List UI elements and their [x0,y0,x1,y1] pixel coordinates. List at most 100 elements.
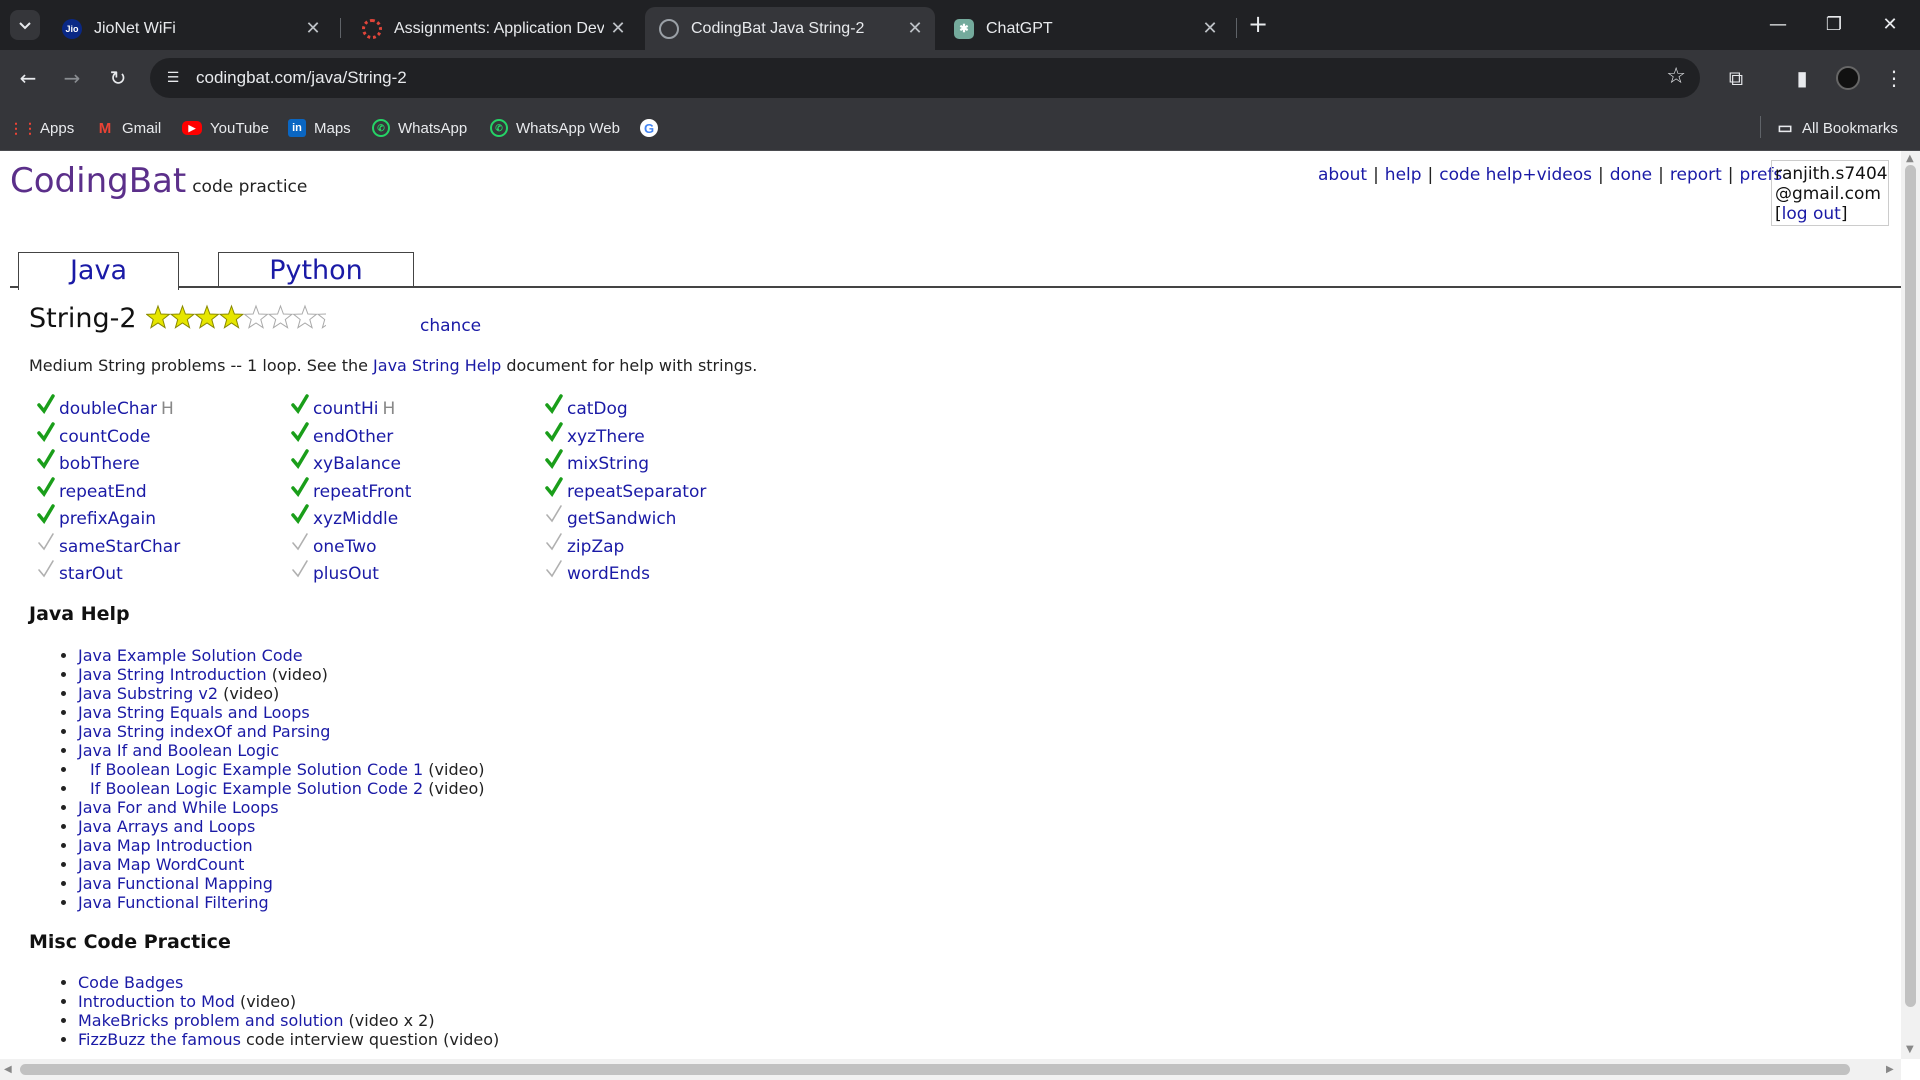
restore-button[interactable]: ❐ [1806,0,1862,48]
tab-jionet[interactable]: Jio JioNet WiFi ✕ [48,7,333,50]
nav-report-link[interactable]: report [1670,165,1722,185]
help-item-link[interactable]: Java Functional Filtering [78,893,269,912]
chance-link[interactable]: chance [420,316,481,336]
help-item-link[interactable]: Java String Equals and Loops [78,703,310,722]
site-info-icon[interactable]: ☰ [162,67,184,89]
problem-link[interactable]: zipZap [567,537,624,557]
help-item-link[interactable]: Java Functional Mapping [78,874,273,893]
problem-link[interactable]: plusOut [313,564,379,584]
close-icon[interactable]: ✕ [1196,18,1224,39]
help-item-link[interactable]: If Boolean Logic Example Solution Code 2 [90,779,423,798]
misc-item-link[interactable]: Introduction to Mod [78,992,235,1011]
vertical-scrollbar[interactable]: ▲ ▼ [1901,151,1920,1059]
close-window-button[interactable]: ✕ [1862,0,1918,48]
vertical-scroll-thumb[interactable] [1905,165,1916,1007]
close-icon[interactable]: ✕ [901,18,929,39]
address-bar[interactable]: ☰ codingbat.com/java/String-2 ☆ [150,58,1700,98]
problem-link[interactable]: getSandwich [567,509,676,529]
problem-link[interactable]: repeatFront [313,482,411,502]
help-item-link[interactable]: Java Example Solution Code [78,646,303,665]
bookmark-gmail[interactable]: M Gmail [96,116,161,140]
bookmark-youtube[interactable]: ▶ YouTube [182,116,269,140]
problem-link[interactable]: doubleChar [59,399,157,419]
check-done-icon [291,449,311,474]
bookmark-label: Maps [314,119,351,137]
problem-link[interactable]: bobThere [59,454,140,474]
extensions-button[interactable]: ⧉ [1722,64,1750,92]
minimize-button[interactable]: — [1750,0,1806,48]
all-bookmarks-button[interactable]: ▭ All Bookmarks [1776,116,1897,140]
help-item-link[interactable]: Java Arrays and Loops [78,817,255,836]
site-logo[interactable]: CodingBat code practice [10,161,307,201]
help-item-link[interactable]: Java Map Introduction [78,836,253,855]
nav-help-link[interactable]: help [1385,165,1422,185]
nav-about-link[interactable]: about [1318,165,1367,185]
nav-done-link[interactable]: done [1610,165,1652,185]
forward-button[interactable]: → [58,64,86,92]
bookmarks-divider [1760,116,1761,138]
tab-python[interactable]: Python [218,252,414,288]
back-button[interactable]: ← [14,64,42,92]
problem-link[interactable]: mixString [567,454,649,474]
tab-assignments[interactable]: Assignments: Application Devel ✕ [348,7,638,50]
help-item-link[interactable]: Java For and While Loops [78,798,279,817]
problem-link[interactable]: catDog [567,399,628,419]
bookmark-whatsapp[interactable]: ✆ WhatsApp [372,116,467,140]
help-item-link[interactable]: Java If and Boolean Logic [78,741,279,760]
horizontal-scroll-thumb[interactable] [20,1064,1850,1075]
problem-link[interactable]: xyzThere [567,427,645,447]
problem-item: xyzMiddle [291,504,398,529]
scroll-right-icon[interactable]: ▶ [1886,1064,1894,1075]
tab-codingbat[interactable]: CodingBat Java String-2 ✕ [645,7,935,50]
problem-link[interactable]: wordEnds [567,564,650,584]
check-done-icon [545,449,565,474]
tab-java[interactable]: Java [18,252,179,290]
bookmark-maps[interactable]: in Maps [288,116,351,140]
reload-button[interactable]: ↻ [104,64,132,92]
problem-link[interactable]: repeatEnd [59,482,147,502]
problem-link[interactable]: countCode [59,427,150,447]
problem-link[interactable]: xyBalance [313,454,401,474]
new-tab-button[interactable]: + [1244,10,1272,38]
problem-link[interactable]: starOut [59,564,123,584]
problem-item: wordEnds [545,559,650,584]
help-item-link[interactable]: Java Substring v2 [78,684,218,703]
close-icon[interactable]: ✕ [604,18,632,39]
misc-item-link[interactable]: MakeBricks problem and solution [78,1011,343,1030]
horizontal-scrollbar[interactable]: ◀ ▶ [0,1059,1901,1080]
misc-item-link[interactable]: FizzBuzz the famous [78,1030,241,1049]
problem-link[interactable]: repeatSeparator [567,482,706,502]
help-item-link[interactable]: Java String indexOf and Parsing [78,722,330,741]
bookmark-star-icon[interactable]: ☆ [1666,64,1686,89]
profile-button[interactable] [1834,64,1862,92]
bookmark-whatsapp-web[interactable]: ✆ WhatsApp Web [490,116,620,140]
problem-link[interactable]: endOther [313,427,393,447]
side-panel-button[interactable]: ▮ [1788,64,1816,92]
scroll-up-icon[interactable]: ▲ [1906,153,1914,164]
chevron-down-icon [19,22,31,30]
help-item-link[interactable]: If Boolean Logic Example Solution Code 1 [90,760,423,779]
nav-code-help-link[interactable]: code help+videos [1439,165,1592,185]
scroll-left-icon[interactable]: ◀ [4,1064,12,1075]
bookmark-google[interactable]: G [640,116,666,140]
close-icon[interactable]: ✕ [299,18,327,39]
problem-link[interactable]: prefixAgain [59,509,156,529]
misc-item-link[interactable]: Code Badges [78,973,183,992]
help-item-link[interactable]: Java String Introduction [78,665,267,684]
nav-separator: | [1427,165,1434,185]
scroll-down-icon[interactable]: ▼ [1906,1044,1914,1055]
logout-link[interactable]: log out [1782,204,1841,224]
problem-link[interactable]: sameStarChar [59,537,180,557]
problem-link[interactable]: xyzMiddle [313,509,398,529]
bookmark-label: Apps [40,119,75,137]
bookmark-apps[interactable]: ⋮⋮ Apps [9,116,75,140]
problem-link[interactable]: countHi [313,399,378,419]
menu-button[interactable]: ⋮ [1880,64,1908,92]
problem-link[interactable]: oneTwo [313,537,377,557]
java-string-help-link[interactable]: Java String Help [373,356,501,375]
check-done-icon [37,394,57,419]
help-item-link[interactable]: Java Map WordCount [78,855,244,874]
url-text[interactable]: codingbat.com/java/String-2 [196,68,407,88]
tab-chatgpt[interactable]: ✱ ChatGPT ✕ [940,7,1230,50]
tab-search-button[interactable] [10,10,40,40]
